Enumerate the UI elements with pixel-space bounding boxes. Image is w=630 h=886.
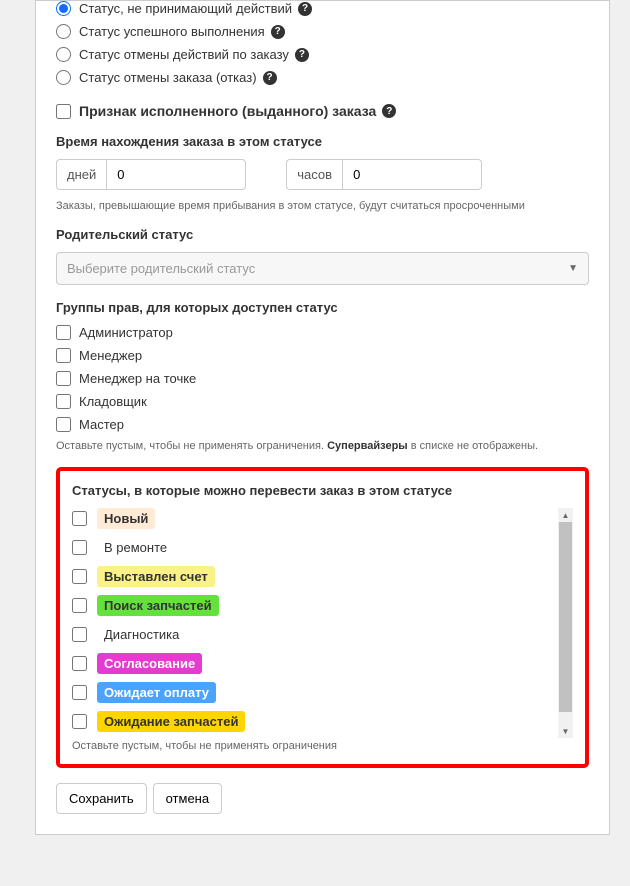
hours-input[interactable] — [342, 159, 482, 190]
days-addon: дней — [56, 159, 106, 190]
transition-row: Выставлен счет — [72, 566, 573, 587]
radio-row-success: Статус успешного выполнения ? — [56, 24, 589, 39]
radio-success-label[interactable]: Статус успешного выполнения — [79, 24, 265, 39]
transition-row: Поиск запчастей — [72, 595, 573, 616]
radio-row-cancel-order: Статус отмены заказа (отказ) ? — [56, 70, 589, 85]
groups-hint: Оставьте пустым, чтобы не применять огра… — [56, 440, 589, 452]
status-type-radio-group: Статус, не принимающий действий ? Статус… — [56, 1, 589, 85]
scroll-down-icon[interactable]: ▼ — [558, 724, 573, 738]
scroll-up-icon[interactable]: ▲ — [558, 508, 573, 522]
parent-section-label: Родительский статус — [56, 227, 589, 242]
transition-row: Согласование — [72, 653, 573, 674]
radio-cancel-actions-label[interactable]: Статус отмены действий по заказу — [79, 47, 289, 62]
time-hint: Заказы, превышающие время прибывания в э… — [56, 200, 589, 212]
days-input-group: дней — [56, 159, 246, 190]
radio-cancel-order[interactable] — [56, 70, 71, 85]
parent-select-placeholder: Выберите родительский статус — [67, 261, 255, 276]
transition-row: В ремонте — [72, 537, 573, 558]
done-feature-row: Признак исполненного (выданного) заказа … — [56, 103, 589, 119]
status-tag: Ожидает оплату — [97, 682, 216, 703]
transition-row: Новый — [72, 508, 573, 529]
scrollbar-thumb[interactable] — [559, 522, 572, 712]
caret-down-icon: ▼ — [568, 263, 578, 274]
parent-select-wrap: Выберите родительский статус ▼ — [56, 252, 589, 285]
transition-checkbox[interactable] — [72, 656, 87, 671]
transition-row: Ожидание запчастей — [72, 711, 573, 732]
transition-checkbox[interactable] — [72, 627, 87, 642]
transitions-section-label: Статусы, в которые можно перевести заказ… — [72, 483, 573, 498]
dialog-buttons: Сохранить отмена — [56, 783, 589, 814]
time-inputs-row: дней часов — [56, 159, 589, 190]
help-icon[interactable]: ? — [263, 71, 277, 85]
hours-addon: часов — [286, 159, 342, 190]
status-tag: Согласование — [97, 653, 202, 674]
days-input[interactable] — [106, 159, 246, 190]
status-tag: Поиск запчастей — [97, 595, 219, 616]
help-icon[interactable]: ? — [382, 104, 396, 118]
transition-checkbox[interactable] — [72, 540, 87, 555]
groups-hint-bold: Супервайзеры — [327, 440, 408, 452]
cancel-button[interactable]: отмена — [153, 783, 222, 814]
group-label[interactable]: Мастер — [79, 417, 124, 432]
transition-checkbox[interactable] — [72, 685, 87, 700]
status-tag: Диагностика — [97, 624, 186, 645]
group-row: Кладовщик — [56, 394, 589, 409]
groups-hint-pre: Оставьте пустым, чтобы не применять огра… — [56, 440, 327, 452]
transition-checkbox[interactable] — [72, 569, 87, 584]
radio-row-no-action: Статус, не принимающий действий ? — [56, 1, 589, 16]
status-tag: В ремонте — [97, 537, 174, 558]
status-edit-dialog: Статус, не принимающий действий ? Статус… — [35, 0, 610, 835]
hours-input-group: часов — [286, 159, 482, 190]
transitions-highlight-box: Статусы, в которые можно перевести заказ… — [56, 467, 589, 768]
group-row: Мастер — [56, 417, 589, 432]
group-label[interactable]: Администратор — [79, 325, 173, 340]
radio-cancel-order-label[interactable]: Статус отмены заказа (отказ) — [79, 70, 257, 85]
time-section-label: Время нахождения заказа в этом статусе — [56, 134, 589, 149]
group-row: Администратор — [56, 325, 589, 340]
radio-success[interactable] — [56, 24, 71, 39]
transition-checkbox[interactable] — [72, 511, 87, 526]
group-row: Менеджер на точке — [56, 371, 589, 386]
transition-row: Диагностика — [72, 624, 573, 645]
radio-no-action-label[interactable]: Статус, не принимающий действий — [79, 1, 292, 16]
done-checkbox[interactable] — [56, 104, 71, 119]
groups-hint-post: в списке не отображены. — [408, 440, 538, 452]
group-checkbox[interactable] — [56, 348, 71, 363]
transitions-list: Новый В ремонте Выставлен счет Поиск запчас… — [72, 508, 573, 738]
transition-checkbox[interactable] — [72, 598, 87, 613]
group-label[interactable]: Менеджер — [79, 348, 142, 363]
help-icon[interactable]: ? — [271, 25, 285, 39]
radio-cancel-actions[interactable] — [56, 47, 71, 62]
group-checkbox[interactable] — [56, 394, 71, 409]
groups-list: Администратор Менеджер Менеджер на точке Кл… — [56, 325, 589, 432]
groups-section-label: Группы прав, для которых доступен статус — [56, 300, 589, 315]
radio-row-cancel-actions: Статус отмены действий по заказу ? — [56, 47, 589, 62]
parent-select[interactable]: Выберите родительский статус ▼ — [56, 252, 589, 285]
status-tag: Ожидание запчастей — [97, 711, 245, 732]
group-checkbox[interactable] — [56, 417, 71, 432]
group-checkbox[interactable] — [56, 371, 71, 386]
status-tag: Выставлен счет — [97, 566, 215, 587]
scrollbar-track[interactable]: ▲ ▼ — [558, 508, 573, 738]
group-label[interactable]: Менеджер на точке — [79, 371, 196, 386]
help-icon[interactable]: ? — [298, 2, 312, 16]
group-label[interactable]: Кладовщик — [79, 394, 147, 409]
help-icon[interactable]: ? — [295, 48, 309, 62]
save-button[interactable]: Сохранить — [56, 783, 147, 814]
transition-checkbox[interactable] — [72, 714, 87, 729]
transitions-hint: Оставьте пустым, чтобы не применять огра… — [72, 740, 573, 752]
group-row: Менеджер — [56, 348, 589, 363]
group-checkbox[interactable] — [56, 325, 71, 340]
status-tag: Новый — [97, 508, 155, 529]
done-label[interactable]: Признак исполненного (выданного) заказа — [79, 103, 376, 119]
transition-row: Ожидает оплату — [72, 682, 573, 703]
radio-no-action[interactable] — [56, 1, 71, 16]
